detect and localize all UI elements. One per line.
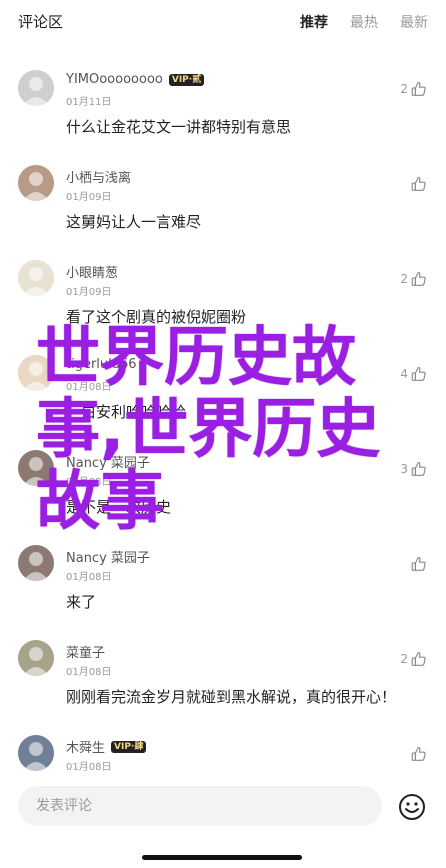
comment-header: 评论区 推荐 最热 最新 <box>0 0 446 44</box>
commenter-name[interactable]: 木舜生 <box>66 737 105 756</box>
commenter-name[interactable]: 小栖与浅离 <box>66 167 131 186</box>
comment-date: 01月11日 <box>66 97 112 108</box>
thumbs-up-icon <box>411 652 426 666</box>
name-row: tigerlulu66 <box>66 357 137 372</box>
avatar[interactable] <box>18 70 54 106</box>
like-button[interactable]: 2 <box>400 270 428 288</box>
comment-date: 01月08日 <box>66 762 112 773</box>
commenter-name[interactable]: tigerlulu66 <box>66 357 137 372</box>
avatar-head <box>29 77 43 91</box>
comment-item[interactable]: 小眼睛葱 01月09日 看了这个剧真的被倪妮圈粉 2 <box>0 242 446 337</box>
commenter-name[interactable]: Nancy 菜园子 <box>66 452 150 471</box>
section-title: 评论区 <box>18 13 64 31</box>
thumbs-up-icon <box>411 747 426 761</box>
avatar[interactable] <box>18 640 54 676</box>
vip-badge: VIP·贰 <box>168 73 205 86</box>
like-count: 4 <box>400 367 408 381</box>
like-button[interactable] <box>408 745 428 763</box>
avatar-icon <box>18 450 54 486</box>
thumbs-up-icon <box>411 177 426 191</box>
like-button[interactable]: 3 <box>400 460 428 478</box>
comment-item[interactable]: 菜童子 01月08日 刚刚看完流金岁月就碰到黑水解说，真的很开心！ 2 <box>0 622 446 717</box>
vip-badge: VIP·肆 <box>111 740 147 753</box>
comment-date: 01月09日 <box>66 192 112 203</box>
like-count: 2 <box>400 272 408 286</box>
avatar-icon <box>18 735 54 771</box>
avatar-head <box>29 647 43 661</box>
comment-text: 刚刚看完流金岁月就碰到黑水解说，真的很开心！ <box>66 688 397 706</box>
thumbs-up-icon <box>411 462 426 476</box>
comment-list: YIMOoooooooo VIP·贰 01月11日 什么让金花艾文一讲都特别有意… <box>0 52 446 812</box>
avatar-icon <box>18 640 54 676</box>
comment-item[interactable]: 小栖与浅离 01月09日 这舅妈让人一言难尽 <box>0 147 446 242</box>
comment-item[interactable]: Nancy 菜园子 01月08日 来了 <box>0 527 446 622</box>
commenter-name[interactable]: 菜童子 <box>66 642 105 661</box>
like-button[interactable] <box>408 175 428 193</box>
avatar-head <box>29 362 43 376</box>
tab-hottest[interactable]: 最热 <box>350 12 378 32</box>
comment-item[interactable]: YIMOoooooooo VIP·贰 01月11日 什么让金花艾文一讲都特别有意… <box>0 52 446 147</box>
name-row: 小栖与浅离 <box>66 167 131 186</box>
avatar-icon <box>18 70 54 106</box>
avatar[interactable] <box>18 450 54 486</box>
home-indicator <box>142 855 302 860</box>
thumbs-up-icon <box>411 272 426 286</box>
commenter-name[interactable]: YIMOoooooooo <box>66 72 163 87</box>
comment-text: 这舅妈让人一言难尽 <box>66 213 202 231</box>
name-row: 菜童子 <box>66 642 105 661</box>
comment-text: 看了这个剧真的被倪妮圈粉 <box>66 308 247 326</box>
avatar[interactable] <box>18 165 54 201</box>
name-row: 小眼睛葱 <box>66 262 118 281</box>
comment-item[interactable]: Nancy 菜园子 01月08日 是不是一次历史 3 <box>0 432 446 527</box>
avatar-head <box>29 267 43 281</box>
avatar[interactable] <box>18 355 54 391</box>
avatar-icon <box>18 355 54 391</box>
like-count: 2 <box>400 652 408 666</box>
avatar[interactable] <box>18 545 54 581</box>
comment-input[interactable] <box>18 786 382 826</box>
like-count: 2 <box>400 82 408 96</box>
comment-date: 01月08日 <box>66 667 112 678</box>
avatar-head <box>29 457 43 471</box>
sort-tabs: 推荐 最热 最新 <box>300 12 428 32</box>
avatar-head <box>29 742 43 756</box>
name-row: Nancy 菜园子 <box>66 547 150 566</box>
like-button[interactable]: 2 <box>400 80 428 98</box>
name-row: YIMOoooooooo VIP·贰 <box>66 72 205 87</box>
name-row: Nancy 菜园子 <box>66 452 150 471</box>
comment-footer <box>0 780 446 868</box>
thumbs-up-icon <box>411 82 426 96</box>
avatar-head <box>29 552 43 566</box>
thumbs-up-icon <box>411 557 426 571</box>
like-button[interactable]: 2 <box>400 650 428 668</box>
comment-text: 来了 <box>66 593 97 611</box>
comment-date: 01月09日 <box>66 287 112 298</box>
tab-recommended[interactable]: 推荐 <box>300 12 328 32</box>
comment-date: 01月08日 <box>66 382 112 393</box>
comment-date: 01月08日 <box>66 477 112 488</box>
commenter-name[interactable]: 小眼睛葱 <box>66 262 118 281</box>
comment-text: 是不是一次历史 <box>66 498 172 516</box>
thumbs-up-icon <box>411 367 426 381</box>
comment-text: 什么让金花艾文一讲都特别有意思 <box>66 118 292 136</box>
comment-item[interactable]: tigerlulu66 01月08日 一白安利哈哈哈哈 4 <box>0 337 446 432</box>
like-button[interactable]: 4 <box>400 365 428 383</box>
comment-text: 一白安利哈哈哈哈 <box>66 403 187 421</box>
like-button[interactable] <box>408 555 428 573</box>
avatar[interactable] <box>18 260 54 296</box>
avatar-head <box>29 172 43 186</box>
tab-newest[interactable]: 最新 <box>400 12 428 32</box>
comment-date: 01月08日 <box>66 572 112 583</box>
avatar[interactable] <box>18 735 54 771</box>
like-count: 3 <box>400 462 408 476</box>
emoji-icon[interactable] <box>398 793 426 821</box>
avatar-icon <box>18 165 54 201</box>
commenter-name[interactable]: Nancy 菜园子 <box>66 547 150 566</box>
avatar-icon <box>18 260 54 296</box>
name-row: 木舜生 VIP·肆 <box>66 737 147 756</box>
avatar-icon <box>18 545 54 581</box>
